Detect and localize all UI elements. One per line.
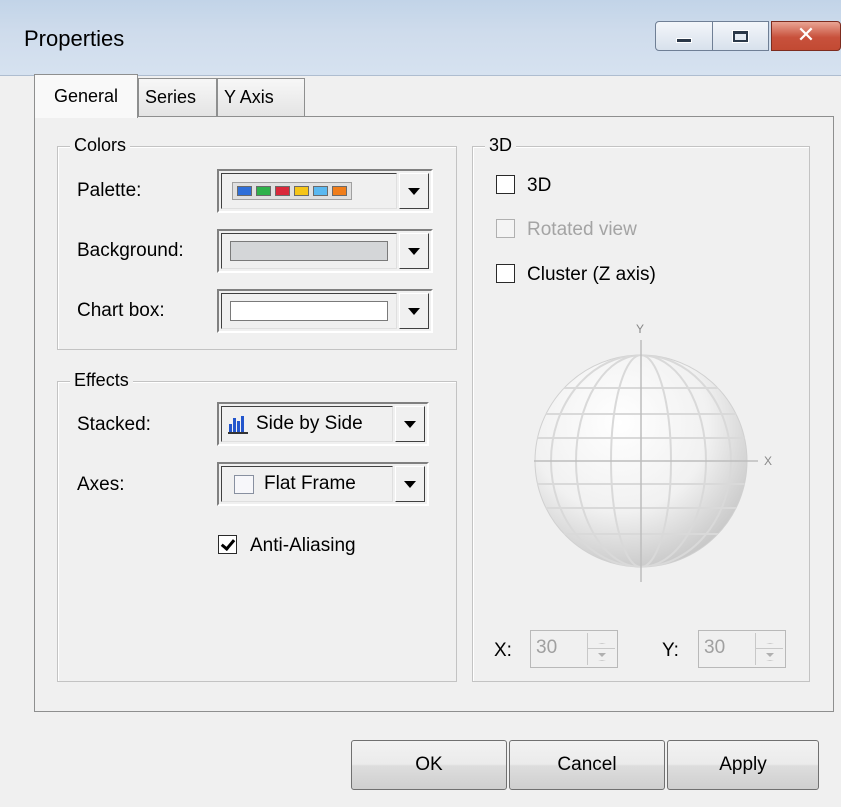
palette-swatch-1: [256, 186, 271, 196]
effects-group-title: Effects: [70, 370, 133, 391]
chart-box-label: Chart box:: [77, 300, 165, 321]
stacked-dropdown-button[interactable]: [395, 406, 425, 442]
axes-label: Axes:: [77, 474, 125, 495]
palette-swatch-2: [275, 186, 290, 196]
rotation-sphere[interactable]: Y X: [496, 316, 786, 586]
rotated-view-checkbox[interactable]: [496, 219, 515, 238]
x-angle-value: 30: [536, 637, 558, 658]
flat-frame-icon: [234, 474, 254, 494]
chevron-down-icon: [408, 187, 420, 195]
x-angle-label: X:: [494, 640, 512, 661]
stacked-value-box: Side by Side: [221, 406, 393, 442]
cluster-checkbox[interactable]: [496, 264, 515, 283]
cluster-label: Cluster (Z axis): [527, 264, 656, 285]
tab-y-axis-label: Y Axis: [224, 87, 274, 107]
chart-box-color-swatch: [230, 301, 388, 321]
maximize-icon: [732, 29, 749, 43]
palette-swatches: [232, 182, 352, 200]
axes-value-box: Flat Frame: [221, 466, 393, 502]
x-angle-down-button[interactable]: [588, 649, 615, 665]
threed-label: 3D: [527, 175, 552, 196]
spin-up-icon: [597, 637, 606, 645]
cancel-button-label: Cancel: [557, 754, 617, 775]
chevron-down-icon: [408, 307, 420, 315]
palette-swatch-4: [313, 186, 328, 196]
close-button[interactable]: ✕: [771, 21, 841, 51]
palette-dropdown-button[interactable]: [399, 173, 429, 209]
background-color-select[interactable]: [217, 229, 433, 273]
tab-series-label: Series: [145, 87, 197, 107]
x-angle-up-button[interactable]: [588, 633, 615, 649]
apply-button-label: Apply: [719, 754, 767, 775]
minimize-icon: [676, 37, 692, 43]
stacked-label: Stacked:: [77, 414, 151, 435]
spin-down-icon: [597, 653, 606, 661]
stacked-select[interactable]: Side by Side: [217, 402, 429, 446]
chart-box-color-select[interactable]: [217, 289, 433, 333]
tab-series[interactable]: Series: [138, 78, 217, 116]
window-title: Properties: [24, 26, 125, 51]
sphere-y-axis-label: Y: [636, 322, 645, 336]
title-bar[interactable]: Properties ✕: [0, 0, 841, 76]
chevron-down-icon: [408, 247, 420, 255]
chevron-down-icon: [404, 480, 416, 488]
y-angle-label: Y:: [662, 640, 679, 661]
tab-y-axis[interactable]: Y Axis: [217, 78, 305, 116]
tab-general[interactable]: General: [34, 74, 138, 118]
axes-dropdown-button[interactable]: [395, 466, 425, 502]
chart-box-dropdown-button[interactable]: [399, 293, 429, 329]
tab-general-label: General: [53, 86, 119, 106]
close-icon: ✕: [796, 23, 816, 48]
background-color-swatch: [230, 241, 388, 261]
y-angle-spinner[interactable]: 30: [698, 630, 786, 668]
y-angle-up-button[interactable]: [756, 633, 783, 649]
ok-button[interactable]: OK: [351, 740, 507, 790]
threed-checkbox[interactable]: [496, 175, 515, 194]
maximize-button[interactable]: [713, 21, 769, 51]
spin-down-icon: [765, 653, 774, 661]
threed-group-title: 3D: [485, 135, 517, 156]
palette-swatch-3: [294, 186, 309, 196]
bar-chart-icon: [228, 416, 248, 434]
chevron-down-icon: [404, 420, 416, 428]
chart-box-color-preview: [221, 293, 397, 329]
background-label: Background:: [77, 240, 184, 261]
minimize-button[interactable]: [655, 21, 713, 51]
apply-button[interactable]: Apply: [667, 740, 819, 790]
background-dropdown-button[interactable]: [399, 233, 429, 269]
x-angle-spinner[interactable]: 30: [530, 630, 618, 668]
axes-value: Flat Frame: [264, 473, 356, 494]
rotated-view-label: Rotated view: [527, 219, 637, 240]
spin-up-icon: [765, 637, 774, 645]
anti-aliasing-checkbox[interactable]: [218, 535, 237, 554]
ok-button-label: OK: [415, 754, 443, 775]
palette-label: Palette:: [77, 180, 142, 201]
cancel-button[interactable]: Cancel: [509, 740, 665, 790]
y-angle-down-button[interactable]: [756, 649, 783, 665]
palette-swatch-5: [332, 186, 347, 196]
sphere-x-axis-label: X: [764, 454, 773, 468]
colors-group-title: Colors: [70, 135, 131, 156]
palette-preview: [221, 173, 397, 209]
anti-aliasing-label: Anti-Aliasing: [250, 535, 356, 556]
background-color-preview: [221, 233, 397, 269]
stacked-value: Side by Side: [256, 413, 363, 434]
palette-swatch-0: [237, 186, 252, 196]
axes-select[interactable]: Flat Frame: [217, 462, 429, 506]
palette-select[interactable]: [217, 169, 433, 213]
sphere-graphic: [534, 340, 758, 582]
y-angle-value: 30: [704, 637, 726, 658]
